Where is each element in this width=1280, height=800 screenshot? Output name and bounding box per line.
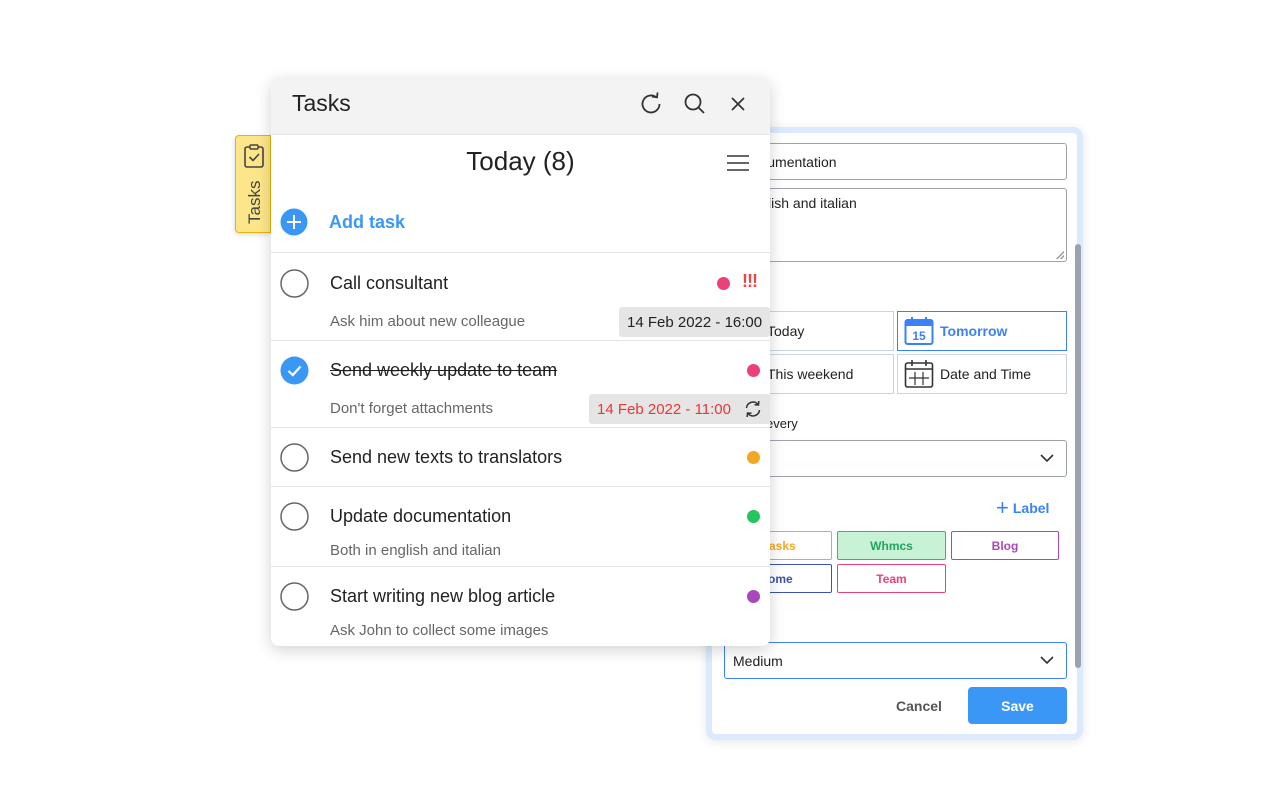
- due-date-badge[interactable]: 14 Feb 2022 - 16:00: [619, 307, 770, 337]
- side-tab-label: Tasks: [245, 180, 264, 224]
- label-chip-blog[interactable]: Blog: [951, 531, 1059, 560]
- due-date-text: 14 Feb 2022 - 16:00: [627, 313, 763, 331]
- date-option-label: Tomorrow: [940, 323, 1008, 339]
- date-option-tomorrow[interactable]: 15 Tomorrow: [897, 311, 1067, 351]
- task-color-dot: [747, 364, 760, 377]
- task-title: Start writing new blog article: [330, 586, 556, 606]
- task-description: Ask him about new colleague: [330, 313, 526, 330]
- edit-panel-scrollbar[interactable]: [1075, 244, 1081, 668]
- label-chip-text: asks: [769, 538, 796, 553]
- save-button[interactable]: Save: [968, 687, 1067, 724]
- task-description: Don't forget attachments: [330, 400, 493, 417]
- popup-title: Tasks: [292, 90, 351, 116]
- task-row[interactable]: Start writing new blog article Ask John …: [271, 566, 770, 646]
- task-checkbox-checked[interactable]: [280, 356, 309, 385]
- label-chip-team[interactable]: Team: [837, 564, 946, 593]
- task-checkbox[interactable]: [280, 582, 309, 611]
- tasks-side-tab[interactable]: Tasks: [235, 135, 271, 233]
- plus-icon: +: [996, 495, 1009, 520]
- task-title: Call consultant: [330, 273, 449, 293]
- refresh-icon[interactable]: [638, 91, 664, 117]
- due-date-badge[interactable]: 14 Feb 2022 - 11:00: [589, 394, 770, 424]
- task-title-field[interactable]: e documentation: [724, 143, 1067, 180]
- tasks-popup: Tasks Today (8) Add task Call consultant…: [271, 78, 770, 646]
- priority-mark: !!!: [742, 271, 758, 291]
- chevron-down-icon: [1040, 656, 1054, 665]
- repeat-select[interactable]: [724, 440, 1067, 477]
- task-color-dot: [747, 451, 760, 464]
- task-checkbox[interactable]: [280, 443, 309, 472]
- priority-select[interactable]: Medium: [724, 642, 1067, 679]
- date-option-date-and-time[interactable]: Date and Time: [897, 354, 1067, 394]
- task-row[interactable]: Update documentation Both in english and…: [271, 486, 770, 566]
- add-label-button[interactable]: + Label: [996, 495, 1050, 520]
- repeat-icon: [745, 400, 761, 418]
- task-title: Send new texts to translators: [330, 447, 563, 467]
- day-heading: Today (8): [466, 146, 575, 176]
- task-color-dot: [717, 277, 730, 290]
- label-chip-text: ome: [768, 571, 793, 586]
- search-icon[interactable]: [682, 91, 708, 117]
- cancel-button[interactable]: Cancel: [878, 688, 960, 724]
- task-description: Ask John to collect some images: [330, 622, 549, 639]
- task-row[interactable]: Call consultant !!! Ask him about new co…: [271, 252, 770, 340]
- label-chip-whmcs[interactable]: Whmcs: [837, 531, 946, 560]
- task-checkbox[interactable]: [280, 502, 309, 531]
- task-row[interactable]: Send new texts to translators: [271, 427, 770, 486]
- date-option-label: Date and Time: [940, 366, 1032, 382]
- task-color-dot: [747, 510, 760, 523]
- close-icon[interactable]: [725, 91, 751, 117]
- hamburger-menu-icon[interactable]: [726, 154, 750, 172]
- resize-grip-icon[interactable]: [1056, 251, 1064, 259]
- label-chip-text: Blog: [991, 538, 1019, 553]
- task-checkbox[interactable]: [280, 269, 309, 298]
- label-chip-text: Whmcs: [870, 538, 913, 553]
- add-label-text: Label: [1012, 500, 1050, 516]
- task-title: Update documentation: [330, 506, 512, 526]
- task-color-dot: [747, 590, 760, 603]
- plus-circle-icon: [280, 208, 308, 236]
- due-date-text: 14 Feb 2022 - 11:00: [597, 400, 731, 418]
- chevron-down-icon: [1040, 454, 1054, 463]
- add-task-label: Add task: [329, 211, 406, 232]
- add-task-button[interactable]: Add task: [280, 208, 405, 236]
- repeat-label: every: [766, 416, 798, 431]
- priority-select-value: Medium: [733, 652, 783, 669]
- date-option-label: Today: [767, 323, 805, 339]
- clipboard-check-icon: [244, 144, 264, 168]
- task-row[interactable]: Send weekly update to team Don't forget …: [271, 340, 770, 427]
- task-description: Both in english and italian: [330, 542, 501, 559]
- calendar-icon: 15: [904, 317, 934, 345]
- popup-header: Tasks: [271, 78, 770, 135]
- calendar-grid-icon: [904, 360, 934, 388]
- task-notes-field[interactable]: n english and italian: [724, 188, 1067, 262]
- date-option-label: This weekend: [767, 366, 854, 382]
- task-title: Send weekly update to team: [330, 360, 558, 380]
- calendar-day: 15: [912, 329, 926, 343]
- label-chip-text: Team: [876, 571, 907, 586]
